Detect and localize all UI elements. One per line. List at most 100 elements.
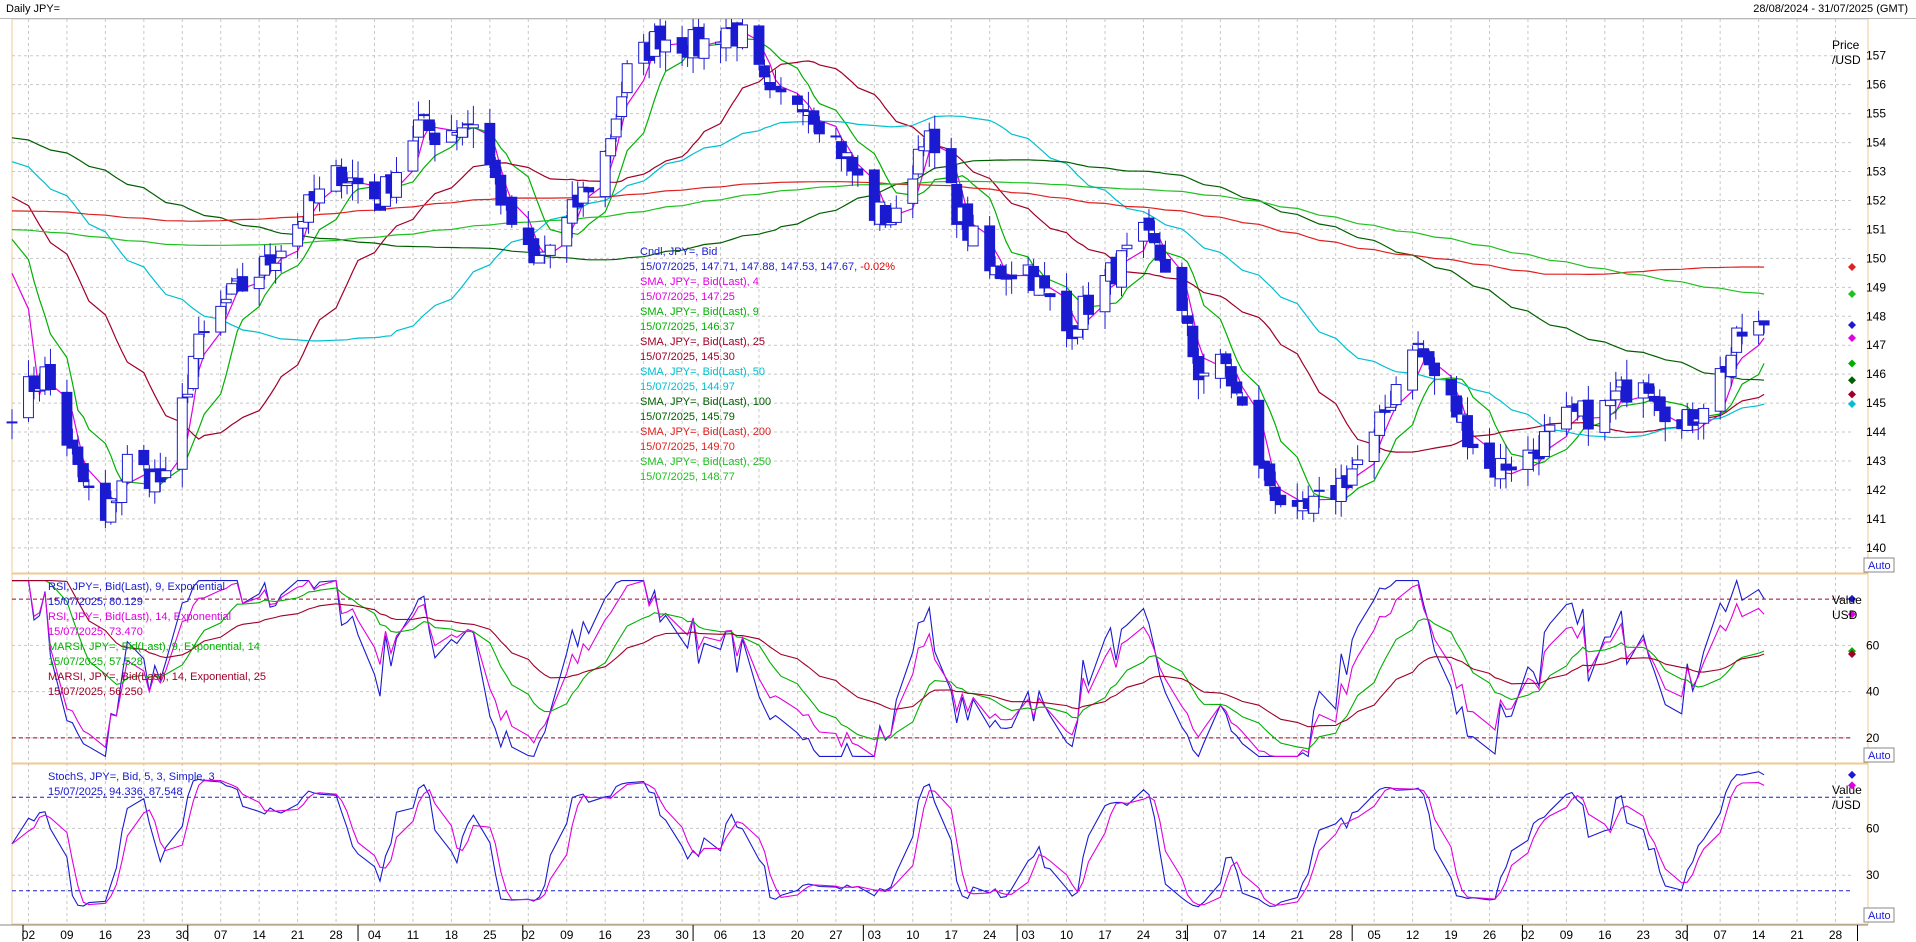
x-tick-label: 25 [483,928,497,941]
price-tick-label: 152 [1866,193,1886,207]
rsi-tick-label: 40 [1866,685,1880,699]
candle-body [456,127,468,138]
candle-body [852,168,864,176]
legend-series-value: 15/07/2025, 145.30 [640,351,735,363]
candle-body [1044,293,1056,298]
candle-body [45,363,56,391]
candle-body [138,449,150,466]
candle-body [610,118,622,138]
x-tick-label: 16 [599,928,613,941]
candle-body [1604,399,1616,407]
svg-text:Auto: Auto [1868,560,1891,572]
candle-body [341,182,353,187]
x-tick-label: 02 [522,928,536,941]
legend-series-value: 15/07/2025, 148.77 [640,471,735,483]
candle-body [121,453,133,483]
x-tick-label: 04 [368,928,382,941]
candle-body [1116,250,1127,288]
x-tick-label: 13 [752,928,766,941]
x-tick-label: 26 [1483,928,1497,941]
candle-body [605,138,617,157]
x-tick-label: 14 [1252,928,1266,941]
candle-body [1374,411,1386,436]
candle-body [1621,379,1633,403]
x-tick-label: 16 [99,928,113,941]
x-tick-label: 28 [1829,928,1843,941]
candle-body [116,480,128,503]
candle-body [1758,320,1770,326]
candle-body [660,39,672,53]
candle-body [369,181,380,200]
legend-series-value: 15/07/2025, 80.129 [48,596,143,608]
candle-body [544,244,556,256]
candle-body [1154,244,1166,261]
date-range: 28/08/2024 - 31/07/2025 (GMT) [1753,3,1908,15]
candle-body [1368,431,1380,462]
stoch-unit-label: Value [1832,783,1862,797]
candle-body [967,225,979,247]
price-tick-label: 149 [1866,280,1886,294]
candle-body [1253,399,1265,466]
x-tick-label: 14 [1752,928,1766,941]
chart-canvas[interactable]: 140 141 142 143 144 145 146 147 148 149 150 151 152 1… [0,19,1916,941]
x-tick-label: 07 [1214,928,1228,941]
price-auto-button[interactable]: Auto [1863,557,1895,573]
candle-body [160,470,172,479]
price-tick-label: 151 [1866,222,1886,236]
x-tick-label: 10 [1060,928,1074,941]
candle-body [1176,266,1188,311]
price-tick-label: 146 [1866,367,1886,381]
candle-body [813,121,825,135]
legend-series-value: 15/07/2025, 73.470 [48,626,143,638]
candle-body [1121,244,1133,250]
candle-body [984,225,996,272]
candle-body [912,148,924,175]
legend-series-name: StochS, JPY=, Bid, 5, 3, Simple, 3 [48,771,215,783]
candle-body [1643,383,1655,394]
x-axis: 02 09 16 23 30 07 14 21 28 04 11 18 25 02 09 16 23 30 06 13… [22,925,1858,941]
legend-series-name: SMA, JPY=, Bid(Last), 100 [640,396,771,408]
x-tick-label: 21 [1790,928,1804,941]
candle-body [791,95,803,105]
x-tick-label: 11 [407,928,420,941]
candle-body [1560,406,1572,430]
candle-body [1352,459,1364,466]
x-tick-label: 09 [560,928,574,941]
candle-body [1159,258,1171,273]
candle-body [1275,494,1287,506]
x-tick-label: 24 [1137,928,1151,941]
candle-body [1143,217,1155,231]
candle-body [352,177,364,185]
candle-body [1220,353,1232,365]
x-tick-label: 28 [329,928,343,941]
candle-body [226,283,238,295]
candle-body [413,119,424,138]
x-tick-label: 17 [945,928,959,941]
rsi-auto-button[interactable]: Auto [1863,747,1895,763]
x-tick-label: 21 [1291,928,1305,941]
candle-body [1610,390,1622,401]
legend-series-name: RSI, JPY=, Bid(Last), 9, Exponential [48,581,225,593]
stoch-tick-label: 30 [1866,868,1880,882]
price-tick-label: 144 [1866,425,1886,439]
rsi-tick-label: 60 [1866,638,1880,652]
x-tick-label: 03 [868,928,882,941]
stoch-auto-button[interactable]: Auto [1863,907,1895,923]
x-tick-label: 23 [137,928,151,941]
candle-body [830,135,842,138]
candle-body [1412,342,1424,345]
x-tick-label: 30 [176,928,190,941]
legend-series-name: SMA, JPY=, Bid(Last), 200 [640,426,771,438]
price-tick-label: 148 [1866,309,1886,323]
x-tick-label: 31 [1175,928,1189,941]
candle-body [1407,349,1419,391]
candle-body [583,187,595,193]
legend-series-name: SMA, JPY=, Bid(Last), 50 [640,366,765,378]
candle-body [314,188,326,204]
candle-body [759,65,770,78]
x-tick-label: 12 [1406,928,1420,941]
legend-series-value: 15/07/2025, 145.79 [640,411,735,423]
candle-body [1582,399,1594,430]
x-tick-label: 05 [1367,928,1381,941]
legend-series-name: SMA, JPY=, Bid(Last), 4 [640,276,759,288]
